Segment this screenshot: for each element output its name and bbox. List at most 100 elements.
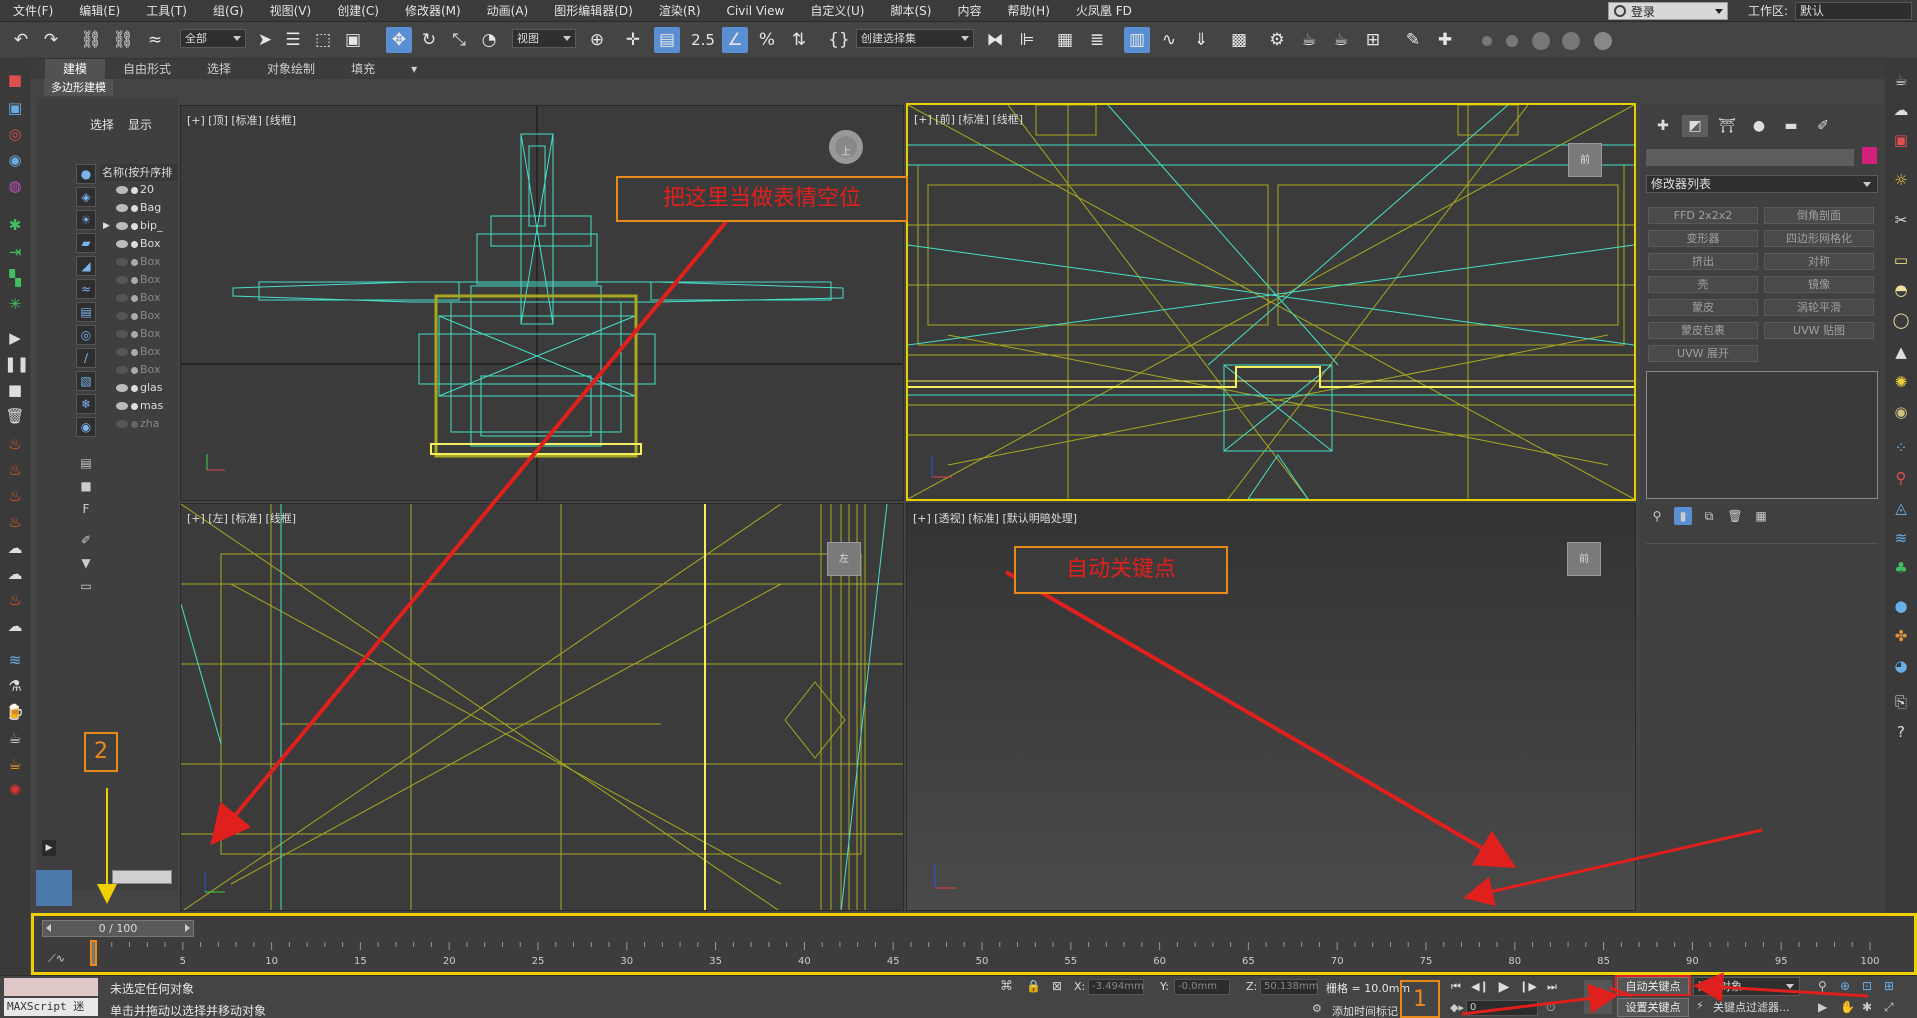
- pin-icon[interactable]: ⚲: [1890, 467, 1912, 489]
- fire-icon[interactable]: ♨: [4, 433, 26, 455]
- utilities-tab-wrench-icon[interactable]: ✐: [1810, 115, 1836, 137]
- eye-hidden-icon[interactable]: [116, 294, 128, 302]
- teapot-icon[interactable]: ☕: [1890, 69, 1912, 91]
- display-tab-icon[interactable]: ▬: [1778, 115, 1804, 137]
- brush-tool-button[interactable]: ✎: [1400, 27, 1426, 53]
- list-item[interactable]: glas: [100, 379, 178, 397]
- plant-icon[interactable]: ♣: [1890, 557, 1912, 579]
- camera-icon[interactable]: ✂: [1890, 209, 1912, 231]
- object-name-field[interactable]: [1646, 149, 1854, 166]
- render-cloud-button[interactable]: ⊞: [1360, 27, 1386, 53]
- light-bulb-icon[interactable]: ☼: [1890, 169, 1912, 191]
- list-item[interactable]: Bag: [100, 199, 178, 217]
- align-button[interactable]: ⊫: [1014, 27, 1040, 53]
- circle-icon[interactable]: [1482, 36, 1492, 46]
- create-tab-plus-icon[interactable]: ✚: [1650, 115, 1676, 137]
- undo-button[interactable]: ↶: [8, 27, 34, 53]
- key-filter-icon[interactable]: ⚡: [1696, 999, 1704, 1012]
- expand-panel-icon[interactable]: ▶: [42, 840, 56, 856]
- fire-icon[interactable]: ♨: [4, 485, 26, 507]
- ribbon-toggle-button[interactable]: ▥: [1124, 27, 1150, 53]
- pin-stack-icon[interactable]: ⚲: [1648, 507, 1666, 525]
- workspace-select[interactable]: 默认: [1795, 2, 1912, 20]
- viewport-front-label[interactable]: [+] [前] [标准] [线框]: [914, 111, 1023, 127]
- menu-scripting[interactable]: 脚本(S): [877, 0, 944, 22]
- scene-explorer-toggle-button[interactable]: ▦: [1052, 27, 1078, 53]
- arrow-icon[interactable]: ⇥: [4, 241, 26, 263]
- list-item[interactable]: Box: [100, 235, 178, 253]
- orbit-icon[interactable]: ✱: [1862, 1000, 1872, 1014]
- manipulate-button[interactable]: ✛: [620, 27, 646, 53]
- isolate-selection-icon[interactable]: ⌘: [1000, 979, 1013, 994]
- doc-icon[interactable]: ▤: [76, 454, 96, 474]
- bone-filter-icon[interactable]: ∕: [76, 348, 96, 368]
- unlink-button[interactable]: ⛓: [110, 27, 136, 53]
- list-item[interactable]: ▶ bip_: [100, 217, 178, 235]
- select-and-rotate-button[interactable]: ↻: [416, 27, 442, 53]
- default-in-out-tangent-icon[interactable]: ⤴: [1584, 980, 1612, 1014]
- time-config-icon[interactable]: ⏱: [1546, 1000, 1555, 1015]
- show-end-result-icon[interactable]: ▮: [1674, 507, 1692, 525]
- modifier-ffd-button[interactable]: FFD 2x2x2: [1648, 207, 1758, 224]
- copy-icon[interactable]: ⎘: [1890, 691, 1912, 713]
- hierarchy-tab-icon[interactable]: ⛩: [1714, 115, 1740, 137]
- zoom-icon[interactable]: ⚲: [1818, 979, 1827, 993]
- redo-button[interactable]: ↷: [38, 27, 64, 53]
- login-dropdown[interactable]: 登录: [1608, 2, 1728, 20]
- render-setup-button[interactable]: ⚙: [1264, 27, 1290, 53]
- add-time-tag[interactable]: 添加时间标记: [1332, 1003, 1398, 1018]
- eye-hidden-icon[interactable]: [116, 348, 128, 356]
- smoke-icon[interactable]: ☁: [4, 537, 26, 559]
- mirror-button[interactable]: ⧓: [982, 27, 1008, 53]
- viewport-left[interactable]: [+] [左] [标准] [线框] 左: [180, 503, 904, 911]
- x-coordinate-field[interactable]: -3.494mm: [1088, 979, 1144, 995]
- drop-icon[interactable]: ◉: [4, 149, 26, 171]
- list-item[interactable]: Box: [100, 361, 178, 379]
- remove-modifier-trash-icon[interactable]: 🗑: [1726, 507, 1744, 525]
- molecule-icon[interactable]: ⁘: [1890, 437, 1912, 459]
- menu-view[interactable]: 视图(V): [257, 0, 325, 22]
- motion-tab-icon[interactable]: ●: [1746, 115, 1772, 137]
- select-and-scale-button[interactable]: ⤡: [446, 27, 472, 53]
- modifier-bevel-profile-button[interactable]: 倒角剖面: [1764, 207, 1874, 224]
- cloud-icon[interactable]: ☁: [1890, 99, 1912, 121]
- eye-hidden-icon[interactable]: [116, 312, 128, 320]
- modifier-unwrap-uvw-button[interactable]: UVW 展开: [1648, 345, 1758, 362]
- sphere-icon[interactable]: ●: [1890, 595, 1912, 617]
- menu-civil-view[interactable]: Civil View: [714, 0, 798, 22]
- reference-coordinate-dropdown[interactable]: 视图: [512, 29, 576, 48]
- plane-icon[interactable]: ▭: [1890, 249, 1912, 271]
- eye-hidden-icon[interactable]: [116, 366, 128, 374]
- menu-customize[interactable]: 自定义(U): [797, 0, 877, 22]
- lock-icon[interactable]: 🔒: [1026, 979, 1041, 993]
- eye-icon[interactable]: [116, 240, 128, 248]
- teapot-icon[interactable]: ☕: [4, 753, 26, 775]
- expand-arrow-icon[interactable]: ▶: [103, 217, 110, 235]
- list-item[interactable]: mas: [100, 397, 178, 415]
- window-crossing-button[interactable]: ▣: [340, 27, 366, 53]
- spinner-snap-button[interactable]: ⇅: [786, 27, 812, 53]
- maxscript-mini-listener[interactable]: MAXScript 迷: [4, 998, 98, 1016]
- key-mode-icon[interactable]: ◆▸: [1450, 1001, 1464, 1014]
- maximize-viewport-icon[interactable]: ⤢: [1884, 1000, 1894, 1015]
- snap-toggle-button[interactable]: 2.5: [690, 27, 716, 53]
- viewport-left-label[interactable]: [+] [左] [标准] [线框]: [187, 510, 296, 526]
- select-object-button[interactable]: ➤: [252, 27, 278, 53]
- menu-plugin-fd[interactable]: 火凤凰 FD: [1063, 0, 1145, 22]
- group-filter-icon[interactable]: ▤: [76, 302, 96, 322]
- modifier-quadify-button[interactable]: 四边形网格化: [1764, 230, 1874, 247]
- add-tool-button[interactable]: ✚: [1432, 27, 1458, 53]
- circle-icon[interactable]: [1594, 32, 1612, 50]
- camera-filter-icon[interactable]: ▰: [76, 233, 96, 253]
- modifier-list-dropdown[interactable]: 修改器列表: [1646, 175, 1878, 193]
- ribbon-tab-object-paint[interactable]: 对象绘制: [249, 59, 333, 79]
- zoom-extents-all-icon[interactable]: ⊞: [1884, 979, 1894, 993]
- edit-named-selection-button[interactable]: {}: [826, 27, 852, 53]
- percent-snap-button[interactable]: %: [754, 27, 780, 53]
- modifier-extrude-button[interactable]: 挤出: [1648, 253, 1758, 270]
- pan-hand-icon[interactable]: ✋: [1840, 1000, 1855, 1014]
- curve-editor-toggle-icon[interactable]: ⟋∿: [48, 952, 65, 966]
- modifier-symmetry-button[interactable]: 对称: [1764, 253, 1874, 270]
- go-to-start-icon[interactable]: ⏮: [1446, 978, 1466, 996]
- menu-tools[interactable]: 工具(T): [133, 0, 200, 22]
